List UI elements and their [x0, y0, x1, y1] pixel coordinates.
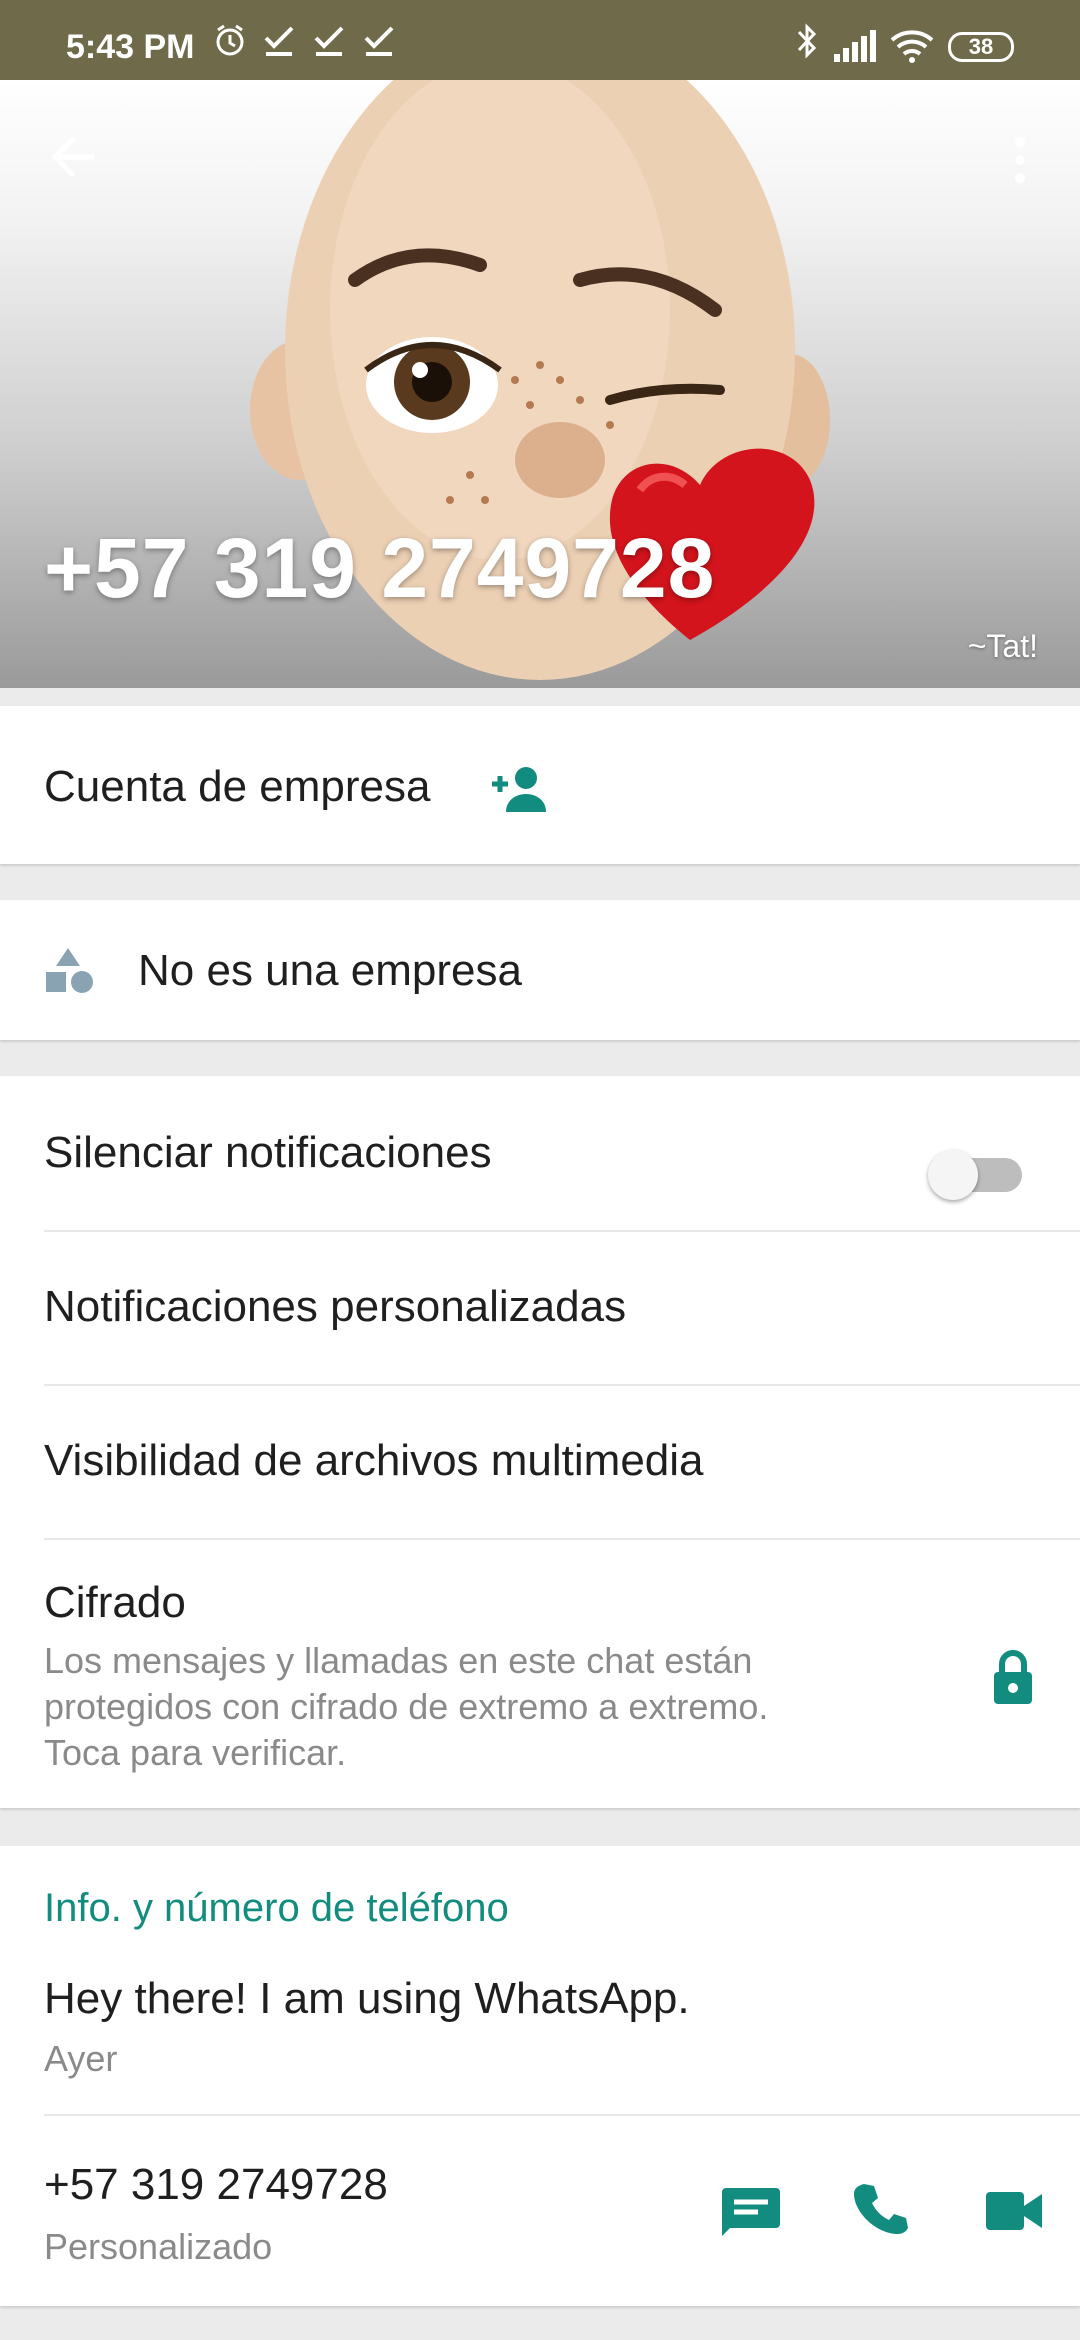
- battery-level: 38: [968, 34, 994, 59]
- alarm-icon: [216, 24, 244, 56]
- custom-notifications-row[interactable]: Notificaciones personalizadas: [0, 1232, 1080, 1384]
- encryption-description-line-1: Los mensajes y llamadas en este chat est…: [44, 1640, 753, 1681]
- custom-notifications-label: Notificaciones personalizadas: [44, 1282, 627, 1331]
- phone-number-row[interactable]: +57 319 2749728 Personalizado: [0, 2116, 1080, 2306]
- about-status-date: Ayer: [44, 2038, 118, 2079]
- chat-settings-card: Silenciar notificaciones Notificaciones …: [0, 1076, 1080, 1808]
- contact-phone-title: +57 319 2749728: [44, 521, 716, 615]
- shapes-icon: [46, 948, 93, 993]
- encryption-title: Cifrado: [44, 1578, 186, 1627]
- media-visibility-row[interactable]: Visibilidad de archivos multimedia: [0, 1386, 1080, 1538]
- video-call-icon[interactable]: [984, 2190, 1044, 2232]
- check-icon: [364, 26, 394, 56]
- phone-number-text: +57 319 2749728: [44, 2160, 388, 2209]
- phone-number-type: Personalizado: [44, 2226, 273, 2267]
- about-section-title: Info. y número de teléfono: [44, 1886, 509, 1930]
- about-status-text: Hey there! I am using WhatsApp.: [44, 1974, 690, 2023]
- not-business-label: No es una empresa: [138, 946, 522, 995]
- check-icon: [264, 26, 294, 56]
- status-time: 5:43 PM: [66, 28, 195, 66]
- mute-notifications-label: Silenciar notificaciones: [44, 1128, 492, 1177]
- mute-notifications-row[interactable]: Silenciar notificaciones: [0, 1076, 1080, 1230]
- voice-call-icon[interactable]: [852, 2180, 908, 2236]
- signal-icon: [834, 30, 876, 62]
- profile-header: +57 319 2749728 ~Tat!: [0, 80, 1080, 688]
- encryption-description-line-3: Toca para verificar.: [44, 1732, 347, 1773]
- business-account-card[interactable]: Cuenta de empresa: [0, 706, 1080, 864]
- check-icon: [314, 26, 344, 56]
- battery-icon: 38: [948, 32, 1014, 62]
- not-business-card: No es una empresa: [0, 900, 1080, 1040]
- mute-toggle[interactable]: [928, 1150, 1022, 1200]
- wifi-icon: [890, 30, 934, 63]
- about-status-row[interactable]: Hey there! I am using WhatsApp. Ayer: [0, 1946, 1080, 2114]
- encryption-row[interactable]: Cifrado Los mensajes y llamadas en este …: [0, 1540, 1080, 1808]
- back-arrow-icon[interactable]: [48, 132, 98, 182]
- status-bar: 5:43 PM 38: [0, 0, 1080, 80]
- media-visibility-label: Visibilidad de archivos multimedia: [44, 1436, 704, 1485]
- encryption-description-line-2: protegidos con cifrado de extremo a extr…: [44, 1686, 769, 1727]
- business-account-label: Cuenta de empresa: [44, 762, 431, 811]
- about-phone-card: Info. y número de teléfono Hey there! I …: [0, 1846, 1080, 2306]
- more-options-icon[interactable]: [1008, 132, 1032, 188]
- contact-push-name: ~Tat!: [967, 628, 1038, 664]
- lock-icon: [994, 1650, 1032, 1704]
- message-icon[interactable]: [720, 2186, 782, 2238]
- add-contact-icon[interactable]: [484, 764, 550, 814]
- bluetooth-icon: [797, 23, 817, 59]
